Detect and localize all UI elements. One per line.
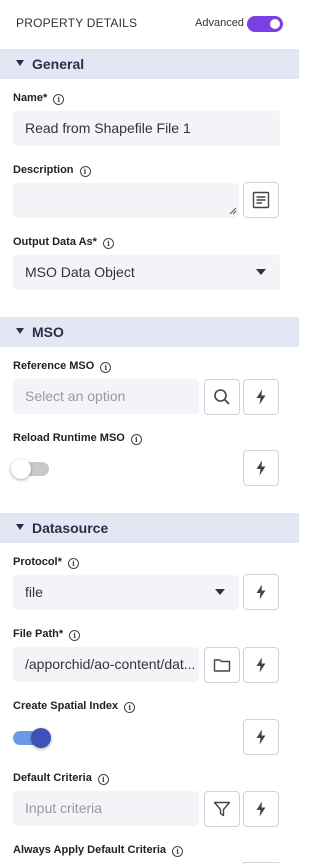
protocol-value: file bbox=[25, 584, 43, 600]
file-path-label: File Path* bbox=[13, 627, 81, 641]
panel-title: PROPERTY DETAILS bbox=[16, 16, 138, 30]
toggle-knob bbox=[31, 728, 51, 748]
output-data-as-select[interactable]: MSO Data Object bbox=[13, 255, 280, 290]
name-label-text: Name* bbox=[13, 92, 48, 104]
section-title-datasource: Datasource bbox=[32, 520, 109, 536]
filter-icon bbox=[213, 801, 231, 817]
lightning-icon bbox=[256, 657, 266, 673]
always-apply-default-criteria-label-text: Always Apply Default Criteria bbox=[13, 844, 167, 856]
output-data-as-label: Output Data As* bbox=[13, 235, 114, 249]
protocol-label-text: Protocol* bbox=[13, 556, 62, 568]
info-icon[interactable] bbox=[53, 94, 65, 105]
reload-runtime-mso-label-text: Reload Runtime MSO bbox=[13, 432, 125, 444]
create-spatial-index-label: Create Spatial Index bbox=[13, 699, 136, 713]
dropdown-arrow-icon bbox=[215, 589, 225, 595]
section-mso-header[interactable]: MSO bbox=[0, 317, 299, 347]
info-icon[interactable] bbox=[102, 238, 114, 249]
protocol-expression-button[interactable] bbox=[243, 574, 279, 610]
reference-mso-expression-button[interactable] bbox=[243, 379, 279, 415]
browse-folder-button[interactable] bbox=[204, 647, 240, 683]
chevron-down-icon bbox=[16, 328, 24, 334]
info-icon[interactable] bbox=[172, 846, 184, 857]
advanced-label: Advanced bbox=[195, 17, 244, 29]
description-label: Description bbox=[13, 163, 91, 177]
name-label: Name* bbox=[13, 91, 65, 105]
protocol-label: Protocol* bbox=[13, 555, 79, 569]
protocol-select[interactable]: file bbox=[13, 575, 239, 610]
advanced-toggle[interactable] bbox=[247, 16, 283, 32]
reference-mso-label: Reference MSO bbox=[13, 359, 112, 373]
info-icon[interactable] bbox=[100, 362, 112, 373]
info-icon[interactable] bbox=[130, 434, 142, 445]
section-general-header[interactable]: General bbox=[0, 49, 299, 79]
chevron-down-icon bbox=[16, 524, 24, 530]
reload-runtime-mso-toggle[interactable] bbox=[11, 459, 49, 479]
lightning-icon bbox=[256, 584, 266, 600]
description-textarea[interactable] bbox=[13, 183, 239, 218]
notes-icon bbox=[252, 191, 270, 209]
info-icon[interactable] bbox=[69, 630, 81, 641]
file-path-expression-button[interactable] bbox=[243, 647, 279, 683]
info-icon[interactable] bbox=[79, 166, 91, 177]
lightning-icon bbox=[256, 729, 266, 745]
reference-mso-label-text: Reference MSO bbox=[13, 360, 95, 372]
reload-runtime-mso-expression-button[interactable] bbox=[243, 450, 279, 486]
chevron-down-icon bbox=[16, 60, 24, 66]
file-path-input[interactable]: /apporchid/ao-content/dat... bbox=[13, 647, 199, 682]
description-label-text: Description bbox=[13, 164, 74, 176]
info-icon[interactable] bbox=[67, 558, 79, 569]
default-criteria-label: Default Criteria bbox=[13, 771, 109, 785]
section-title-mso: MSO bbox=[32, 324, 64, 340]
filter-button[interactable] bbox=[204, 791, 240, 827]
reload-runtime-mso-label: Reload Runtime MSO bbox=[13, 431, 142, 445]
lightning-icon bbox=[256, 389, 266, 405]
toggle-knob bbox=[270, 19, 280, 29]
reference-mso-select[interactable]: Select an option bbox=[13, 379, 199, 414]
panel-header: PROPERTY DETAILS Advanced bbox=[0, 0, 299, 48]
resize-grip-icon[interactable] bbox=[229, 207, 237, 215]
lightning-icon bbox=[256, 460, 266, 476]
name-input[interactable]: Read from Shapefile File 1 bbox=[13, 111, 280, 146]
section-title-general: General bbox=[32, 56, 85, 72]
info-icon[interactable] bbox=[97, 774, 109, 785]
search-button[interactable] bbox=[204, 379, 240, 415]
create-spatial-index-expression-button[interactable] bbox=[243, 719, 279, 755]
folder-icon bbox=[213, 659, 231, 672]
toggle-knob bbox=[11, 459, 31, 479]
create-spatial-index-toggle[interactable] bbox=[13, 728, 51, 748]
search-icon bbox=[214, 389, 230, 405]
section-datasource-header[interactable]: Datasource bbox=[0, 513, 299, 543]
default-criteria-label-text: Default Criteria bbox=[13, 772, 92, 784]
create-spatial-index-label-text: Create Spatial Index bbox=[13, 700, 119, 712]
dropdown-arrow-icon bbox=[256, 269, 266, 275]
info-icon[interactable] bbox=[124, 702, 136, 713]
file-path-label-text: File Path* bbox=[13, 628, 64, 640]
always-apply-default-criteria-label: Always Apply Default Criteria bbox=[13, 843, 184, 857]
notes-button[interactable] bbox=[243, 182, 279, 218]
default-criteria-expression-button[interactable] bbox=[243, 791, 279, 827]
default-criteria-input[interactable]: Input criteria bbox=[13, 791, 199, 826]
output-data-as-value: MSO Data Object bbox=[25, 264, 135, 280]
output-data-as-label-text: Output Data As* bbox=[13, 236, 97, 248]
lightning-icon bbox=[256, 801, 266, 817]
